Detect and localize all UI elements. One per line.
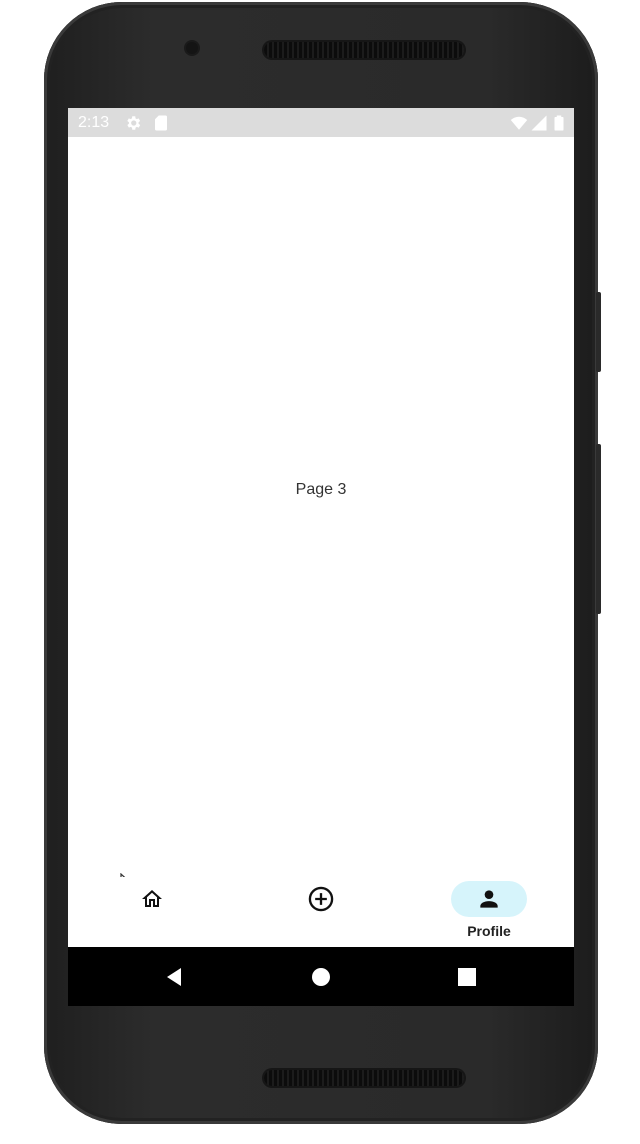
volume-button <box>596 444 601 614</box>
nav-active-indicator <box>451 881 527 917</box>
home-circle-icon[interactable] <box>310 966 332 988</box>
device-screen: 2:13 Page 3 Profile <box>68 108 574 1006</box>
system-navigation-bar <box>68 947 574 1006</box>
add-circle-icon <box>308 886 334 912</box>
home-icon <box>142 890 162 907</box>
signal-icon <box>531 115 547 131</box>
bottom-navigation-bar: Profile <box>68 877 574 947</box>
bottom-speaker <box>264 1070 464 1086</box>
recents-square-icon[interactable] <box>456 966 478 988</box>
gear-icon <box>127 116 141 130</box>
status-bar: 2:13 <box>68 108 574 137</box>
page-content: Page 3 <box>68 137 574 877</box>
battery-icon <box>554 115 564 131</box>
nav-item-home[interactable] <box>92 877 212 947</box>
nav-item-profile[interactable]: Profile <box>429 877 549 947</box>
nav-indicator <box>114 881 190 917</box>
front-camera <box>186 42 198 54</box>
nav-item-label: Profile <box>467 923 511 939</box>
nav-indicator <box>283 881 359 917</box>
page-title: Page 3 <box>295 481 347 498</box>
person-icon <box>480 890 498 908</box>
nav-item-add[interactable] <box>261 877 381 947</box>
wifi-icon <box>510 116 528 130</box>
status-time: 2:13 <box>78 114 110 131</box>
power-button <box>596 292 601 372</box>
top-speaker <box>264 42 464 58</box>
sd-card-icon <box>155 115 167 131</box>
back-icon[interactable] <box>163 966 185 988</box>
